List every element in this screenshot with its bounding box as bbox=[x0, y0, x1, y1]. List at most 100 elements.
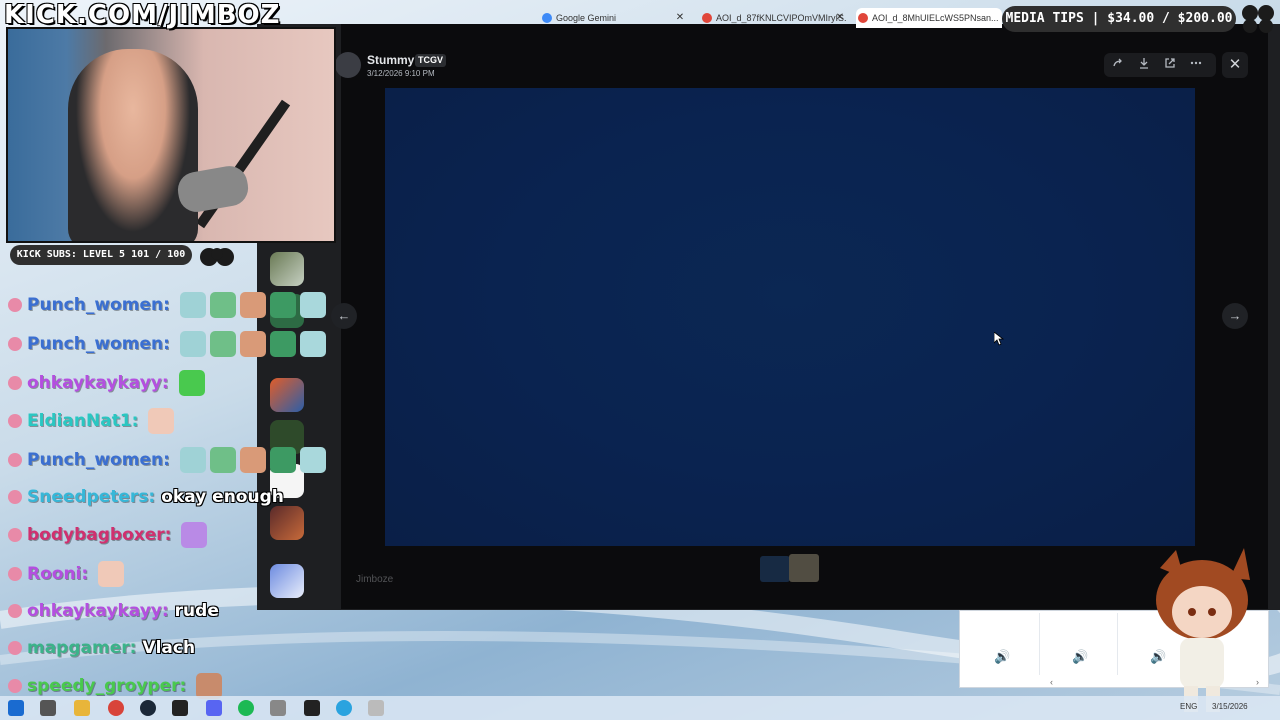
media-image[interactable] bbox=[385, 88, 1195, 546]
streamer bbox=[68, 49, 198, 241]
user-badge-icon bbox=[8, 604, 22, 618]
chat-emote bbox=[209, 331, 236, 357]
app-icon[interactable] bbox=[270, 700, 286, 716]
chat-username: bodybagboxer: bbox=[27, 525, 172, 545]
browser-tab-strip: Google Gemini ✕ AOI_d_87fKNLCVIPOmVMIryI… bbox=[530, 4, 1002, 28]
chat-emote bbox=[239, 292, 266, 318]
chat-emote bbox=[179, 447, 206, 473]
mouse-cursor-icon bbox=[994, 332, 1004, 346]
chat-message: EldianNat1: bbox=[8, 406, 175, 436]
lightbox-actions bbox=[1104, 53, 1216, 77]
user-badge-icon bbox=[8, 376, 22, 390]
user-badge-icon bbox=[8, 453, 22, 467]
webcam-feed bbox=[6, 27, 336, 243]
chat-message: Punch_women: bbox=[8, 445, 326, 475]
author-name[interactable]: Stummy bbox=[367, 53, 414, 67]
chat-message: Sneedpeters: okay enough bbox=[8, 482, 284, 512]
chat-emote bbox=[181, 522, 208, 548]
chat-username: Rooni: bbox=[27, 564, 89, 584]
file-explorer-icon[interactable] bbox=[74, 700, 90, 716]
chat-message-text: rude bbox=[174, 601, 219, 621]
chat-message: Punch_women: bbox=[8, 329, 326, 359]
tab-label: Google Gemini bbox=[556, 13, 617, 23]
chat-username: mapgamer: bbox=[27, 638, 137, 658]
chat-emote bbox=[299, 331, 326, 357]
dimmed-username: Jimboze bbox=[356, 574, 394, 585]
user-badge-icon bbox=[8, 641, 22, 655]
kick-logo-icon bbox=[1242, 5, 1274, 33]
chat-emote bbox=[239, 331, 266, 357]
close-tab-icon[interactable]: ✕ bbox=[674, 8, 686, 28]
adobe-icon[interactable] bbox=[304, 700, 320, 716]
discord-icon[interactable] bbox=[206, 700, 222, 716]
chat-message: Rooni: bbox=[8, 559, 125, 589]
browser-tab[interactable]: AOI_d_87fKNLCVIPOmVMIryIS... ✕ bbox=[700, 8, 846, 28]
message-timestamp: 3/12/2026 9:10 PM bbox=[367, 69, 435, 78]
chat-username: Punch_women: bbox=[27, 450, 170, 470]
media-tips-goal: MEDIA TIPS | $34.00 / $200.00 bbox=[1002, 6, 1236, 32]
start-icon[interactable] bbox=[8, 700, 24, 716]
browser-tab-active[interactable]: AOI_d_8MhUIELcWS5PNsan... bbox=[856, 8, 1002, 28]
volume-channel[interactable]: 🔊 bbox=[1042, 613, 1118, 675]
chat-emote bbox=[269, 331, 296, 357]
chat-emote bbox=[299, 292, 326, 318]
app-icon[interactable] bbox=[368, 700, 384, 716]
sticker-thumbnail bbox=[789, 554, 819, 582]
author-guild-tag: TCGV bbox=[415, 54, 447, 67]
chat-emote bbox=[179, 331, 206, 357]
download-icon[interactable] bbox=[1134, 55, 1154, 75]
chat-message-text: okay enough bbox=[161, 487, 284, 507]
close-icon[interactable]: ✕ bbox=[1222, 52, 1248, 78]
volume-channel[interactable]: 🔊 bbox=[964, 613, 1040, 675]
chat-username: Punch_women: bbox=[27, 295, 170, 315]
task-view-icon[interactable] bbox=[40, 700, 56, 716]
chat-overlay: Punch_women: Punch_women: ohkaykaykayy: Eld… bbox=[4, 262, 326, 702]
open-external-icon[interactable] bbox=[1160, 55, 1180, 75]
speaker-icon[interactable]: 🔊 bbox=[1072, 649, 1088, 665]
user-badge-icon bbox=[8, 679, 22, 693]
chat-message: ohkaykaykayy: bbox=[8, 368, 205, 398]
previous-image-button[interactable]: ← bbox=[331, 303, 357, 329]
chat-message: ohkaykaykayy: rude bbox=[8, 596, 219, 626]
tray-date[interactable]: 3/15/2026 bbox=[1212, 702, 1248, 711]
speaker-icon[interactable]: 🔊 bbox=[994, 649, 1010, 665]
chat-username: ohkaykaykayy: bbox=[27, 601, 169, 621]
dimmed-user-bar: Jimboze bbox=[330, 552, 950, 604]
chrome-icon[interactable] bbox=[108, 700, 124, 716]
close-tab-icon[interactable]: ✕ bbox=[834, 8, 846, 28]
more-icon[interactable] bbox=[1186, 55, 1206, 75]
chat-emote bbox=[98, 561, 125, 587]
chat-username: EldianNat1: bbox=[27, 411, 139, 431]
chat-emote bbox=[148, 408, 175, 434]
tab-label: AOI_d_87fKNLCVIPOmVMIryIS... bbox=[716, 13, 846, 23]
spotify-icon[interactable] bbox=[238, 700, 254, 716]
terminal-icon[interactable] bbox=[172, 700, 188, 716]
chat-emote bbox=[269, 447, 296, 473]
browser-tab[interactable]: Google Gemini ✕ bbox=[540, 8, 686, 28]
chat-message: mapgamer: Vlach bbox=[8, 633, 195, 663]
user-badge-icon bbox=[8, 528, 22, 542]
chat-emote bbox=[269, 292, 296, 318]
next-image-button[interactable]: → bbox=[1222, 303, 1248, 329]
drive-icon bbox=[858, 13, 868, 23]
chat-emote bbox=[178, 370, 205, 396]
windows-taskbar: ENG 3/15/2026 bbox=[0, 696, 1280, 720]
user-badge-icon bbox=[8, 298, 22, 312]
scroll-left-icon[interactable]: ‹ bbox=[1050, 677, 1053, 687]
tray-language[interactable]: ENG bbox=[1180, 702, 1197, 711]
chat-message-text: Vlach bbox=[142, 638, 196, 658]
sticker-thumbnail bbox=[760, 556, 790, 582]
drive-icon bbox=[702, 13, 712, 23]
chat-emote bbox=[209, 447, 236, 473]
chat-emote bbox=[209, 292, 236, 318]
chat-message: bodybagboxer: bbox=[8, 520, 208, 550]
user-badge-icon bbox=[8, 414, 22, 428]
channel-title: KICK.COM/JIMBOZ bbox=[4, 0, 281, 30]
forward-icon[interactable] bbox=[1108, 55, 1128, 75]
gemini-icon bbox=[542, 13, 552, 23]
chat-message: Punch_women: bbox=[8, 290, 326, 320]
user-badge-icon bbox=[8, 490, 22, 504]
author-avatar[interactable] bbox=[335, 52, 361, 78]
telegram-icon[interactable] bbox=[336, 700, 352, 716]
steam-icon[interactable] bbox=[140, 700, 156, 716]
